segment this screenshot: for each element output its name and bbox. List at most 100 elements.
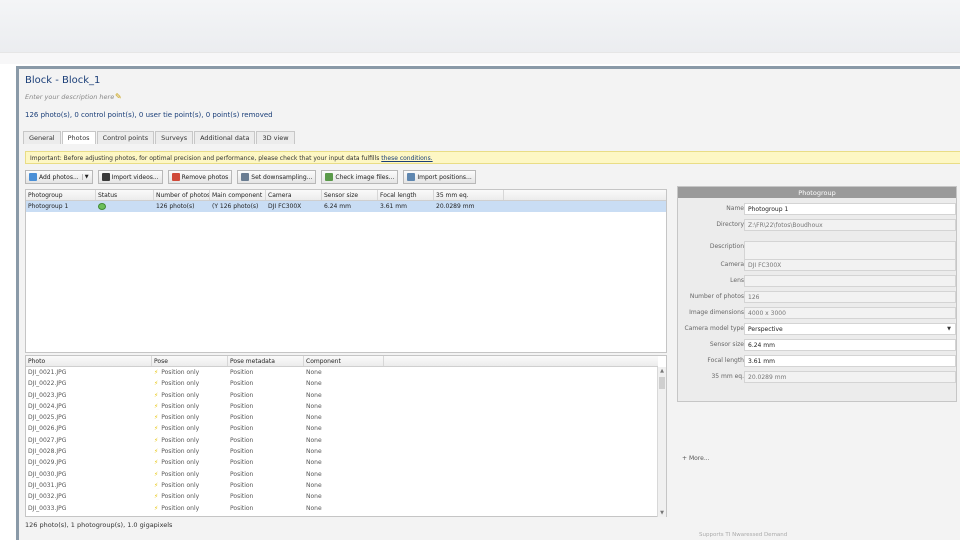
cell-text: Position — [230, 402, 254, 410]
property-value: DJI FC300X — [744, 259, 956, 271]
col-35mm-eq[interactable]: 35 mm eq. — [434, 190, 504, 200]
cell-text: Position — [230, 493, 254, 501]
table-row[interactable]: DJI_0031.JPG ⚡ Position only Position None — [26, 480, 658, 491]
property-number-of-photos: Number of photos 126 — [678, 291, 958, 303]
chevron-down-icon[interactable]: ▼ — [947, 326, 951, 332]
col-photo[interactable]: Photo — [26, 356, 152, 366]
table-row[interactable]: DJI_0025.JPG ⚡ Position only Position None — [26, 412, 658, 423]
main-frame: Block - Block_1 Enter your description h… — [16, 66, 960, 540]
component-cell: None — [304, 457, 384, 468]
col-pose[interactable]: Pose — [152, 356, 228, 366]
remove-photos-button[interactable]: Remove photos — [167, 170, 233, 184]
col-main-component[interactable]: Main component — [210, 190, 266, 200]
pose-position-icon: ⚡ — [154, 436, 159, 444]
table-row[interactable]: DJI_0023.JPG ⚡ Position only Position None — [26, 390, 658, 401]
property-value[interactable]: 6.24 mm — [744, 339, 956, 351]
table-row[interactable]: DJI_0022.JPG ⚡ Position only Position None — [26, 378, 658, 389]
table-row[interactable]: DJI_0021.JPG ⚡ Position only Position None — [26, 367, 658, 378]
photos-rows: DJI_0021.JPG ⚡ Position only Position None DJ… — [26, 367, 658, 517]
cell-text: Position — [230, 414, 254, 422]
pose-cell: ⚡ Position only — [152, 446, 228, 457]
photo-name-cell: DJI_0030.JPG — [26, 469, 152, 480]
col-camera[interactable]: Camera — [266, 190, 322, 200]
scroll-down-icon[interactable]: ▼ — [659, 510, 665, 516]
col-component[interactable]: Component — [304, 356, 384, 366]
table-row[interactable]: Photogroup 1 126 photo(s) (Y 126 photo(s… — [26, 201, 666, 212]
cell-text: None — [306, 448, 322, 456]
photogroup-count: 126 photo(s) — [156, 203, 195, 210]
add-photos-button[interactable]: Add photos... ▼ — [25, 170, 93, 184]
photogroup-35mm: 20.0289 mm — [436, 203, 475, 210]
photos-scrollbar[interactable]: ▲ ▼ — [657, 367, 666, 517]
cell-text: Position only — [161, 369, 200, 376]
cell-text: Position only — [161, 414, 200, 422]
description-hint[interactable]: Enter your description here — [25, 93, 114, 101]
table-row[interactable]: DJI_0027.JPG ⚡ Position only Position None — [26, 435, 658, 446]
col-pose-metadata[interactable]: Pose metadata — [228, 356, 304, 366]
col-number-of-photos[interactable]: Number of photos — [154, 190, 210, 200]
warning-banner: Important: Before adjusting photos, for … — [25, 151, 960, 164]
tab-surveys[interactable]: Surveys — [155, 131, 194, 144]
more-toggle[interactable]: + More... — [682, 455, 710, 462]
property-value[interactable]: Photogroup 1 — [744, 203, 956, 215]
photo-name-cell: DJI_0033.JPG — [26, 503, 152, 514]
table-row[interactable]: DJI_0029.JPG ⚡ Position only Position None — [26, 457, 658, 468]
scroll-up-icon[interactable]: ▲ — [659, 368, 665, 374]
film-icon — [101, 173, 110, 181]
photogroup-name: Photogroup 1 — [28, 203, 69, 210]
tab-general[interactable]: General — [23, 131, 61, 144]
pose-position-icon: ⚡ — [154, 481, 159, 489]
pose-metadata-cell: Position — [228, 401, 304, 412]
check-image-files-button[interactable]: Check image files... — [321, 170, 399, 184]
chevron-down-icon[interactable]: ▼ — [81, 174, 89, 180]
col-focal-length[interactable]: Focal length — [378, 190, 434, 200]
pose-cell: ⚡ Position only — [152, 457, 228, 468]
photo-name-cell: DJI_0028.JPG — [26, 446, 152, 457]
photo-name-cell: DJI_0021.JPG — [26, 367, 152, 378]
check-files-icon — [325, 173, 334, 181]
cell-text: Position — [230, 380, 254, 388]
cell-text: None — [306, 369, 322, 376]
tab-3d-view[interactable]: 3D view — [256, 131, 295, 144]
col-photogroup[interactable]: Photogroup — [26, 190, 96, 200]
table-row[interactable]: DJI_0033.JPG ⚡ Position only Position None — [26, 503, 658, 514]
property-name: Name Photogroup 1 — [678, 203, 958, 215]
table-row[interactable]: DJI_0030.JPG ⚡ Position only Position None — [26, 469, 658, 480]
table-row[interactable]: DJI_0026.JPG ⚡ Position only Position None — [26, 423, 658, 434]
warning-link[interactable]: these conditions. — [381, 155, 432, 162]
table-row[interactable]: DJI_0024.JPG ⚡ Position only Position None — [26, 401, 658, 412]
plus-icon: + — [682, 455, 688, 462]
pencil-icon[interactable]: ✎ — [115, 92, 122, 101]
tab-control-points[interactable]: Control points — [96, 131, 155, 144]
table-row[interactable]: DJI_0028.JPG ⚡ Position only Position None — [26, 446, 658, 457]
import-videos-button[interactable]: Import videos... — [97, 170, 163, 184]
col-status[interactable]: Status — [96, 190, 154, 200]
cell-text: Position only — [161, 470, 200, 478]
component-cell: None — [304, 446, 384, 457]
property-value — [744, 241, 956, 261]
property-value[interactable]: Perspective ▼ — [744, 323, 956, 335]
status-ok-icon — [98, 203, 106, 210]
pose-metadata-cell: Position — [228, 390, 304, 401]
tab-photos[interactable]: Photos — [61, 131, 96, 144]
cell-text: DJI_0025.JPG — [28, 414, 67, 422]
pose-position-icon: ⚡ — [154, 425, 159, 433]
cell-text: Position only — [161, 493, 200, 501]
pose-cell: ⚡ Position only — [152, 412, 228, 423]
pose-position-icon: ⚡ — [154, 380, 159, 388]
pose-metadata-cell: Position — [228, 423, 304, 434]
import-positions-button[interactable]: Import positions... — [403, 170, 476, 184]
scrollbar-thumb[interactable] — [659, 377, 665, 389]
table-row[interactable]: DJI_0032.JPG ⚡ Position only Position None — [26, 491, 658, 502]
photogroup-component: (Y 126 photo(s) — [212, 203, 259, 210]
cell-text: DJI_0028.JPG — [28, 448, 67, 456]
pose-metadata-cell: Position — [228, 435, 304, 446]
pose-metadata-cell: Position — [228, 412, 304, 423]
set-downsampling-button[interactable]: Set downsampling... — [237, 170, 317, 184]
col-sensor-size[interactable]: Sensor size — [322, 190, 378, 200]
component-cell: None — [304, 412, 384, 423]
cell-text: Position — [230, 459, 254, 467]
photos-table: Photo Pose Pose metadata Component DJI_0… — [25, 355, 667, 517]
tab-additional-data[interactable]: Additional data — [194, 131, 256, 144]
property-value[interactable]: 3.61 mm — [744, 355, 956, 367]
